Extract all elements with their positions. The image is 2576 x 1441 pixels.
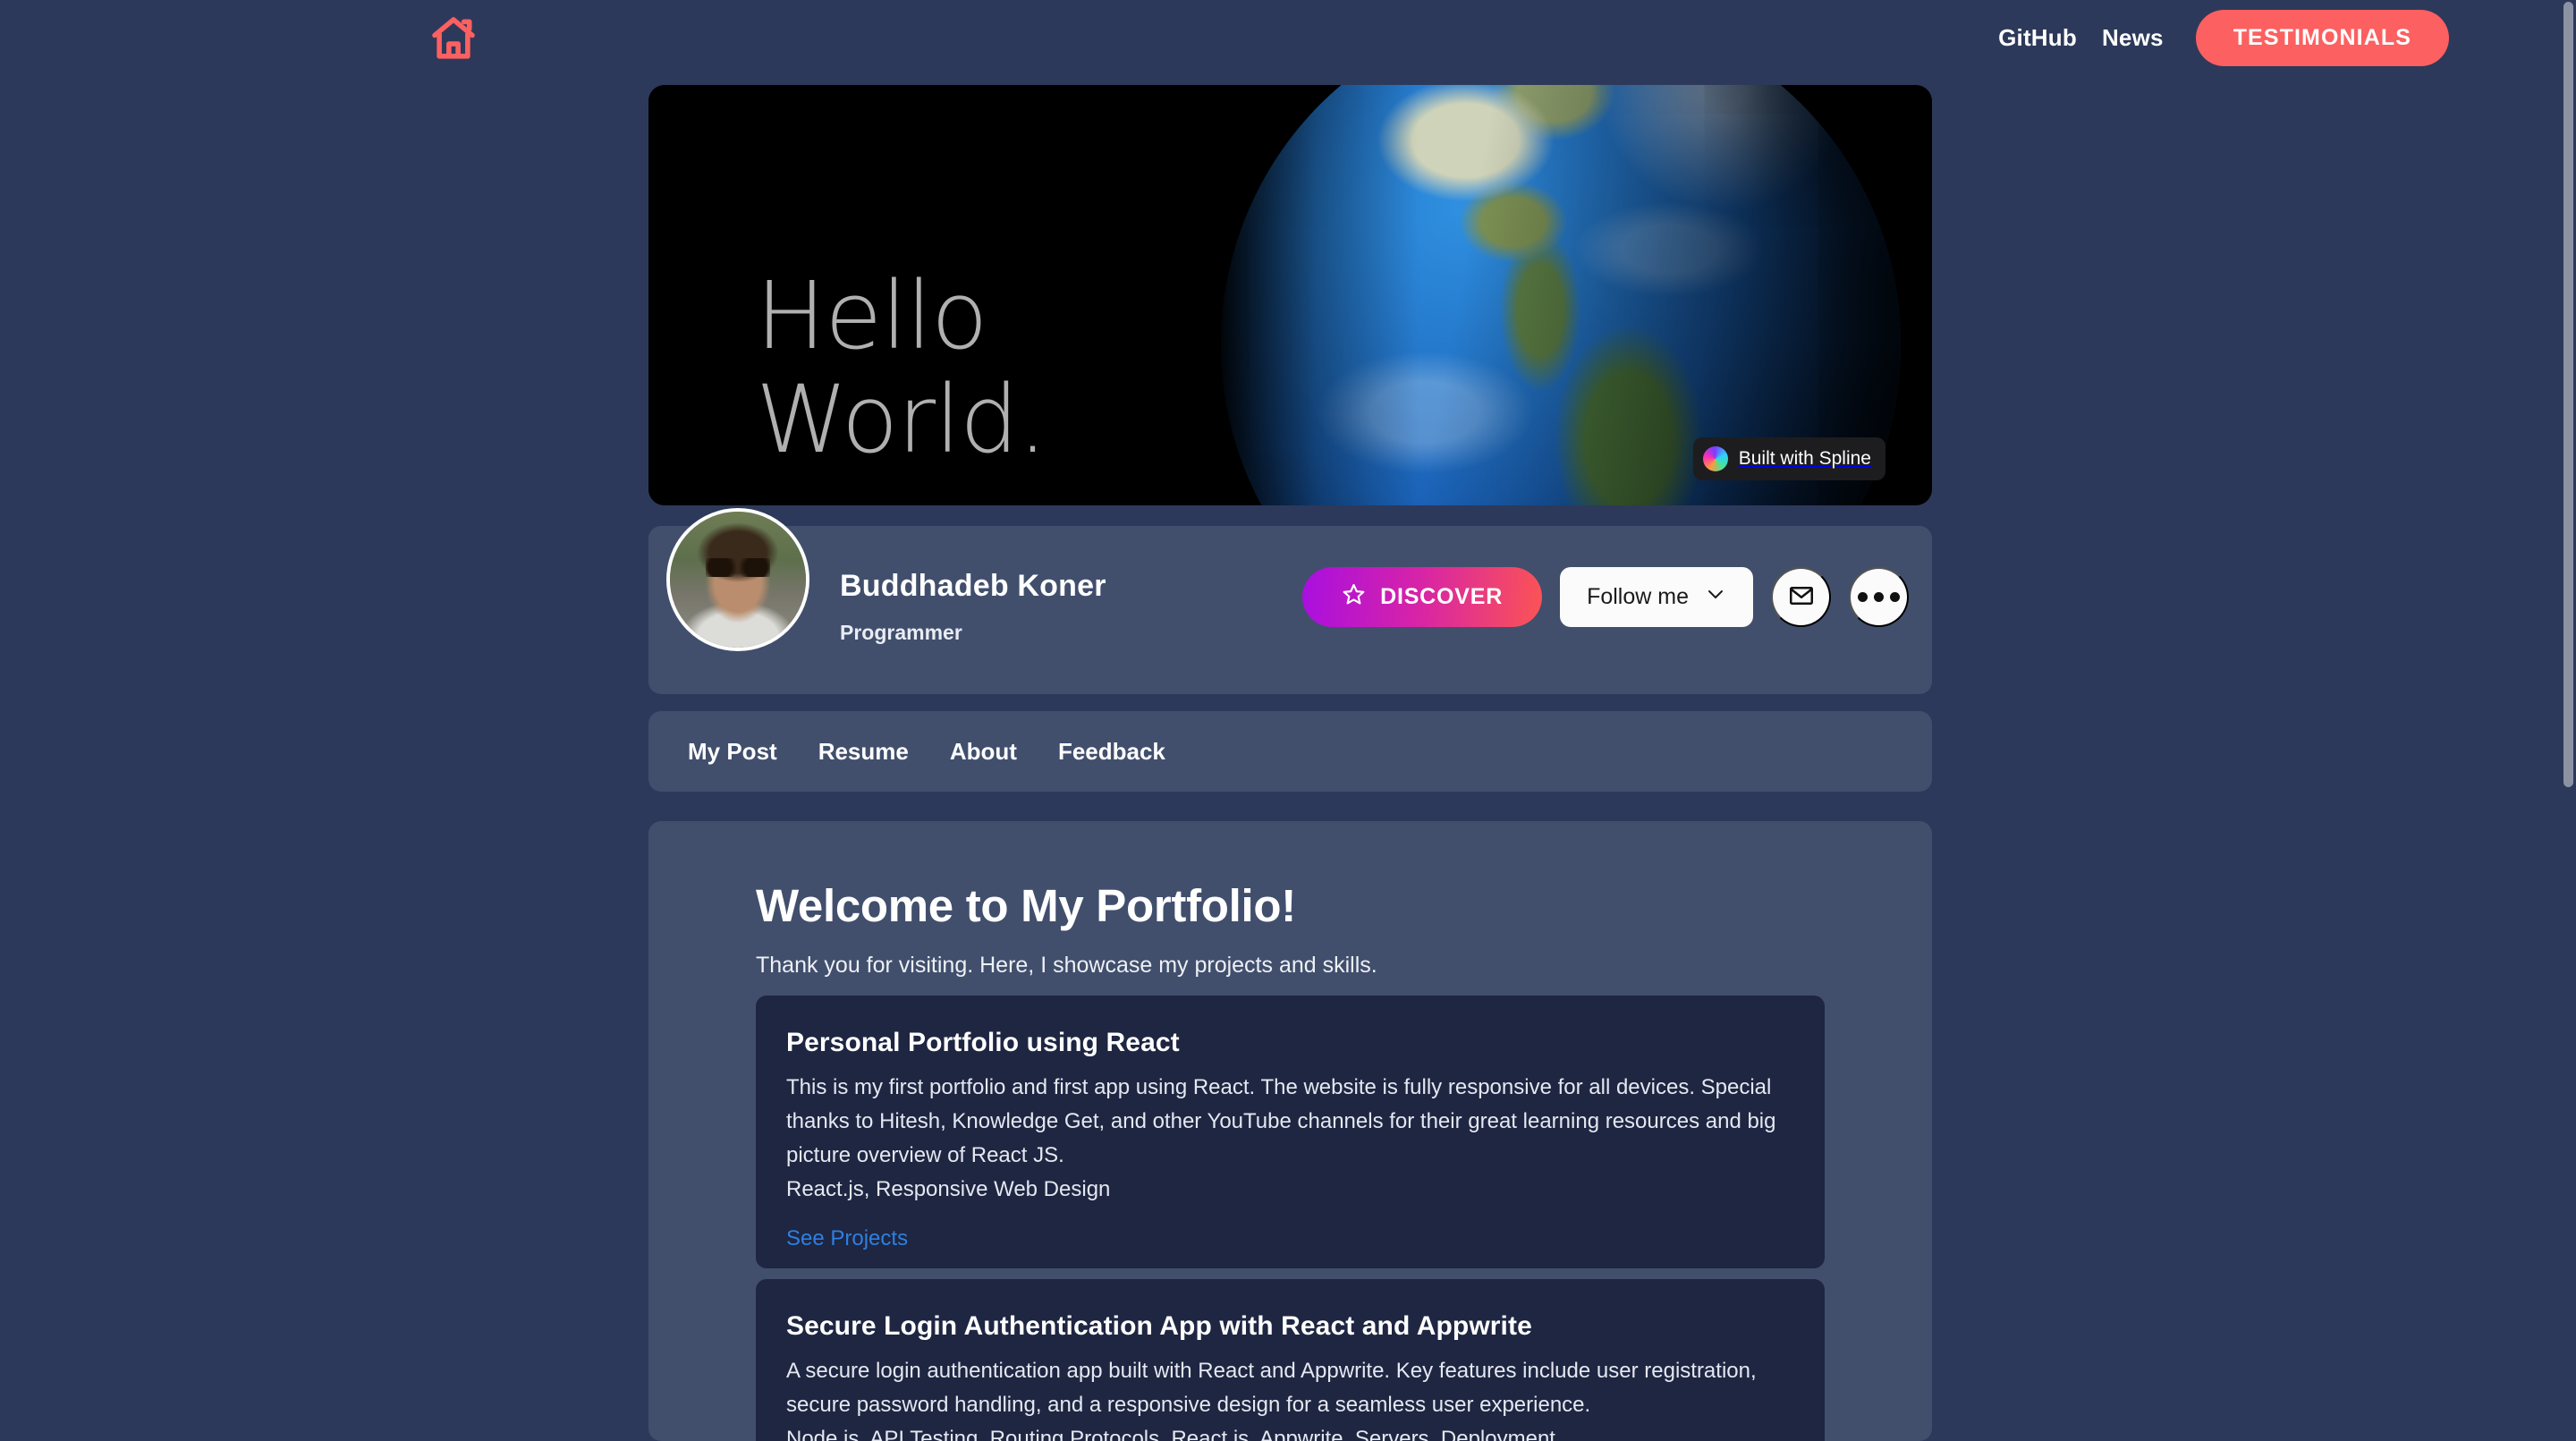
main-content-panel: Welcome to My Portfolio! Thank you for v… bbox=[648, 821, 1932, 1441]
project-tags: React.js, Responsive Web Design bbox=[786, 1176, 1111, 1201]
discover-button[interactable]: DISCOVER bbox=[1302, 567, 1543, 627]
avatar-image bbox=[670, 512, 806, 648]
project-card[interactable]: Secure Login Authentication App with Rea… bbox=[756, 1279, 1825, 1441]
spline-logo-icon bbox=[1702, 446, 1728, 471]
avatar[interactable] bbox=[666, 508, 809, 651]
follow-me-label: Follow me bbox=[1587, 584, 1689, 609]
more-options-button[interactable] bbox=[1849, 567, 1909, 627]
profile-role: Programmer bbox=[840, 621, 962, 644]
tab-my-post[interactable]: My Post bbox=[674, 729, 792, 775]
hero-title-line-2: World. bbox=[756, 365, 1047, 475]
vertical-scrollbar[interactable] bbox=[2561, 0, 2576, 1441]
project-title: Secure Login Authentication App with Rea… bbox=[786, 1311, 1532, 1341]
project-tags: Node.js, API Testing, Routing Protocols,… bbox=[786, 1426, 1555, 1441]
star-icon bbox=[1342, 582, 1366, 613]
project-description: This is my first portfolio and first app… bbox=[786, 1075, 1776, 1167]
home-icon bbox=[428, 13, 479, 64]
project-title: Personal Portfolio using React bbox=[786, 1028, 1180, 1057]
more-horizontal-icon bbox=[1858, 592, 1900, 602]
follow-me-dropdown[interactable]: Follow me bbox=[1560, 567, 1753, 627]
hero-banner[interactable]: Hello World. Built with Spline bbox=[648, 85, 1932, 505]
tab-about[interactable]: About bbox=[936, 729, 1031, 775]
page-subtitle: Thank you for visiting. Here, I showcase… bbox=[756, 953, 1377, 978]
tab-feedback[interactable]: Feedback bbox=[1044, 729, 1180, 775]
mail-icon bbox=[1788, 582, 1815, 612]
hero-title-line-1: Hello bbox=[756, 261, 988, 370]
page-title: Welcome to My Portfolio! bbox=[756, 880, 1296, 931]
chevron-down-icon bbox=[1705, 583, 1726, 611]
hero-title: Hello World. bbox=[756, 261, 1047, 475]
see-projects-link[interactable]: See Projects bbox=[786, 1226, 908, 1251]
site-header: GitHub News TESTIMONIALS bbox=[0, 0, 2561, 75]
nav-link-github[interactable]: GitHub bbox=[1986, 24, 2089, 52]
project-card[interactable]: Personal Portfolio using React This is m… bbox=[756, 996, 1825, 1268]
tab-bar: My Post Resume About Feedback bbox=[648, 711, 1932, 792]
mail-button[interactable] bbox=[1771, 567, 1831, 627]
profile-actions: DISCOVER Follow me bbox=[1302, 567, 1909, 627]
profile-name: Buddhadeb Koner bbox=[840, 569, 1106, 603]
page-root: GitHub News TESTIMONIALS Hello World. Bu… bbox=[0, 0, 2576, 1441]
tab-resume[interactable]: Resume bbox=[804, 729, 923, 775]
primary-nav: GitHub News TESTIMONIALS bbox=[1986, 0, 2449, 75]
profile-card: Buddhadeb Koner Programmer DISCOVER Foll… bbox=[648, 508, 1932, 694]
project-description: A secure login authentication app built … bbox=[786, 1359, 1757, 1417]
discover-button-label: DISCOVER bbox=[1380, 584, 1504, 609]
nav-link-news[interactable]: News bbox=[2089, 24, 2176, 52]
scrollbar-thumb[interactable] bbox=[2563, 2, 2573, 787]
testimonials-button[interactable]: TESTIMONIALS bbox=[2195, 9, 2449, 66]
home-logo-link[interactable] bbox=[422, 7, 485, 70]
built-with-spline-badge[interactable]: Built with Spline bbox=[1692, 437, 1885, 480]
spline-badge-label: Built with Spline bbox=[1738, 448, 1871, 469]
